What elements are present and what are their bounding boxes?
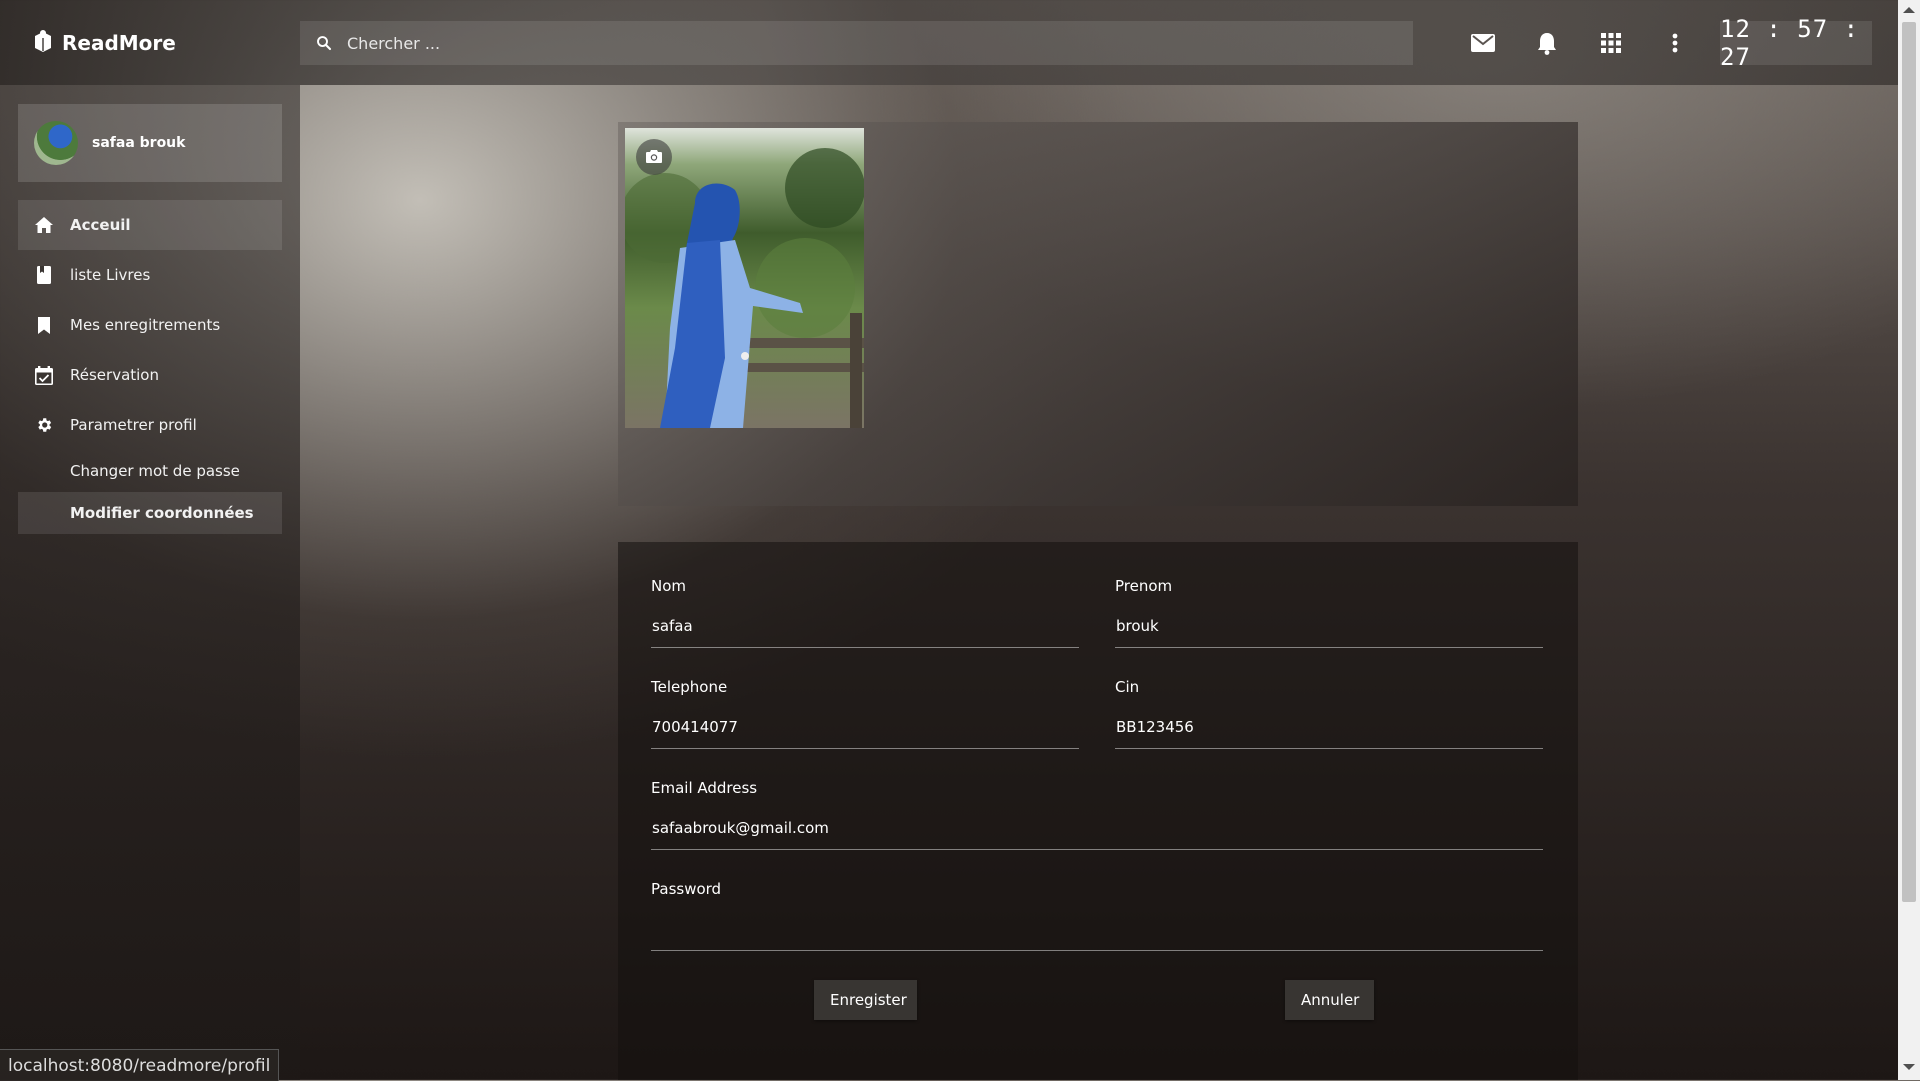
sidebar-item-label: liste Livres xyxy=(70,266,151,284)
telephone-input[interactable] xyxy=(651,718,1079,749)
status-bar-url: localhost:8080/readmore/profil xyxy=(0,1049,280,1081)
gear-icon xyxy=(34,415,54,435)
avatar xyxy=(34,121,78,165)
bell-icon[interactable] xyxy=(1534,30,1560,56)
cancel-button[interactable]: Annuler xyxy=(1285,980,1374,1020)
nom-field-group: Nom xyxy=(651,577,1079,648)
scroll-down-arrow-icon[interactable] xyxy=(1903,1064,1915,1070)
sidebar-item-label: Parametrer profil xyxy=(70,416,197,434)
apps-grid-icon[interactable] xyxy=(1598,30,1624,56)
sidebar-subitem-changer-mot-de-passe[interactable]: Changer mot de passe xyxy=(18,450,282,492)
sidebar-item-reservation[interactable]: Réservation xyxy=(18,350,282,400)
camera-icon xyxy=(646,148,662,167)
page-scrollbar[interactable] xyxy=(1898,0,1920,1080)
sidebar-item-label: Acceuil xyxy=(70,216,131,234)
top-bar: ReadMore 12 : 57 : 27 xyxy=(0,0,1898,85)
app-logo[interactable]: ReadMore xyxy=(32,29,176,57)
sidebar-item-liste-livres[interactable]: liste Livres xyxy=(18,250,282,300)
search-bar[interactable] xyxy=(300,21,1413,65)
search-icon xyxy=(315,34,333,52)
more-vert-icon[interactable] xyxy=(1662,30,1688,56)
change-photo-button[interactable] xyxy=(636,139,672,175)
sidebar-subitem-modifier-coordonnees[interactable]: Modifier coordonnées xyxy=(18,492,282,534)
profile-photo-card xyxy=(618,122,1578,506)
sidebar-item-label: Réservation xyxy=(70,366,159,384)
calendar-check-icon xyxy=(34,365,54,385)
sidebar-nav: Acceuil liste Livres Mes enregitrements … xyxy=(18,200,282,534)
sidebar-item-parametrer-profil[interactable]: Parametrer profil xyxy=(18,400,282,450)
prenom-input[interactable] xyxy=(1115,617,1543,648)
nom-input[interactable] xyxy=(651,617,1079,648)
profile-form-card: Nom Prenom Telephone Cin Email Address P… xyxy=(618,542,1578,1080)
prenom-field-group: Prenom xyxy=(1115,577,1543,648)
cin-input[interactable] xyxy=(1115,718,1543,749)
telephone-field-group: Telephone xyxy=(651,678,1079,749)
sidebar-item-acceuil[interactable]: Acceuil xyxy=(18,200,282,250)
email-field-group: Email Address xyxy=(651,779,1543,850)
email-input[interactable] xyxy=(651,819,1543,850)
sidebar: safaa brouk Acceuil liste Livres Mes enr… xyxy=(0,85,300,1080)
password-label: Password xyxy=(651,880,722,898)
cin-label: Cin xyxy=(1115,678,1140,696)
sidebar-item-label: Mes enregitrements xyxy=(70,316,221,334)
save-button[interactable]: Enregister xyxy=(814,980,917,1020)
bookmark-icon xyxy=(34,315,54,335)
nom-label: Nom xyxy=(651,577,687,595)
search-input[interactable] xyxy=(345,32,1413,54)
readmore-logo-icon xyxy=(32,29,54,57)
scrollbar-thumb[interactable] xyxy=(1902,22,1916,902)
profile-photo xyxy=(625,128,864,428)
user-card[interactable]: safaa brouk xyxy=(18,104,282,182)
user-name: safaa brouk xyxy=(92,135,186,151)
mail-icon[interactable] xyxy=(1470,30,1496,56)
book-icon xyxy=(34,265,54,285)
home-icon xyxy=(34,215,54,235)
password-field-group: Password xyxy=(651,880,1543,951)
cin-field-group: Cin xyxy=(1115,678,1543,749)
scroll-up-arrow-icon[interactable] xyxy=(1903,7,1915,13)
prenom-label: Prenom xyxy=(1115,577,1173,595)
sidebar-item-mes-enregitrements[interactable]: Mes enregitrements xyxy=(18,300,282,350)
password-input[interactable] xyxy=(651,920,1543,951)
email-label: Email Address xyxy=(651,779,758,797)
clock: 12 : 57 : 27 xyxy=(1720,15,1872,71)
telephone-label: Telephone xyxy=(651,678,728,696)
app-name: ReadMore xyxy=(62,31,176,55)
